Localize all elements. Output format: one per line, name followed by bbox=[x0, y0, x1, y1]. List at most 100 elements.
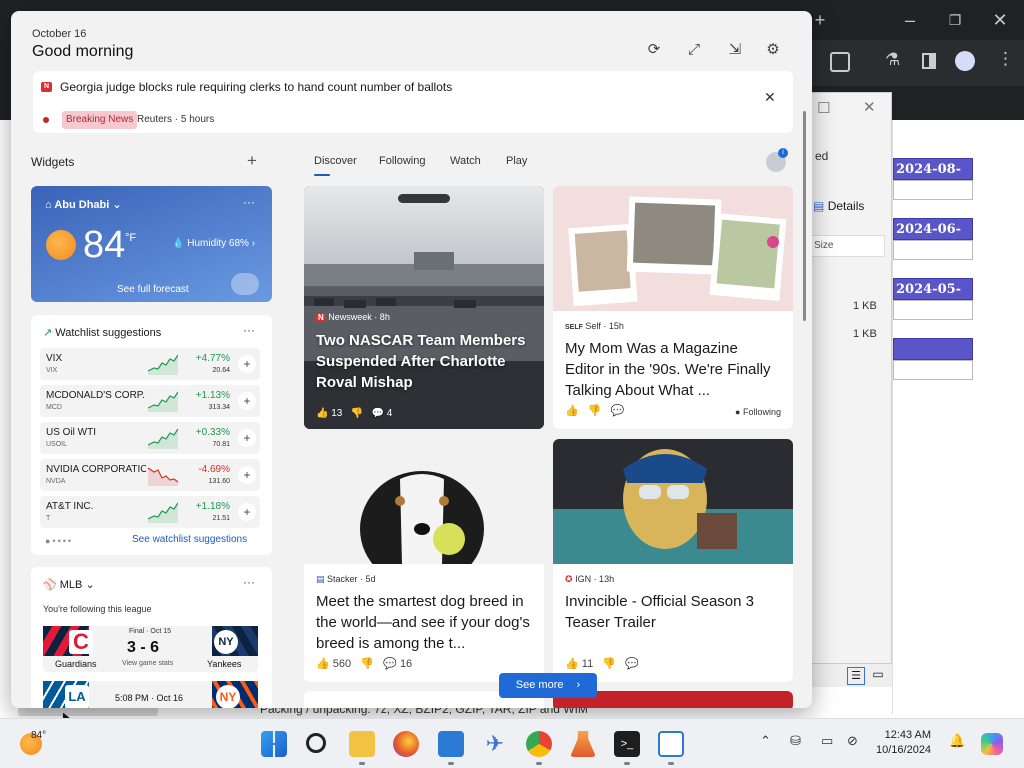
news-headline[interactable]: Georgia judge blocks rule requiring cler… bbox=[60, 80, 452, 94]
close-icon[interactable]: ✕ bbox=[863, 98, 876, 116]
profile-avatar-icon[interactable] bbox=[955, 51, 975, 71]
profile-icon[interactable]: i bbox=[766, 148, 788, 172]
display-icon[interactable]: ▭ bbox=[821, 733, 833, 749]
news-card[interactable]: SELF Self · 15h My Mom Was a Magazine Ed… bbox=[553, 186, 793, 429]
watchlist-row[interactable]: US Oil WTI USOIL +0.33% 70.81 + bbox=[40, 422, 260, 454]
chrome-icon[interactable] bbox=[526, 731, 552, 765]
game-card[interactable]: LA 5:08 PM · Oct 16 NY bbox=[43, 681, 258, 708]
file-explorer-icon[interactable] bbox=[349, 731, 375, 765]
chart-icon: ↗ bbox=[43, 327, 53, 339]
watchlist-row[interactable]: NVIDIA CORPORATION NVDA -4.69% 131.60 + bbox=[40, 459, 260, 491]
tab-following[interactable]: Following bbox=[379, 155, 425, 167]
dislike-icon[interactable]: 👎 bbox=[351, 408, 363, 419]
start-icon[interactable] bbox=[261, 731, 287, 757]
watchlist-row[interactable]: MCDONALD'S CORP... MCD +1.13% 313.34 + bbox=[40, 385, 260, 417]
watchlist-row[interactable]: VIX VIX +4.77% 20.64 + bbox=[40, 348, 260, 380]
size-column-header[interactable]: Size bbox=[811, 235, 885, 257]
expand-icon[interactable]: ⤢ bbox=[681, 37, 707, 63]
notepad-icon[interactable] bbox=[438, 731, 464, 765]
home-icon: ⌂ bbox=[45, 199, 52, 211]
close-icon[interactable]: ✕ bbox=[764, 89, 776, 106]
terminal-icon[interactable]: >_ bbox=[614, 731, 640, 765]
horizontal-scrollbar[interactable] bbox=[18, 707, 158, 716]
add-stock-icon[interactable]: + bbox=[238, 429, 256, 447]
watchlist-row[interactable]: AT&T INC. T +1.18% 21.51 + bbox=[40, 496, 260, 528]
settings-icon[interactable]: ⚙ bbox=[760, 37, 786, 63]
card-title[interactable]: Two NASCAR Team Members Suspended After … bbox=[316, 330, 532, 393]
card-title[interactable]: Invincible - Official Season 3 Teaser Tr… bbox=[565, 591, 781, 633]
weather-map-icon[interactable] bbox=[231, 273, 259, 295]
like-icon[interactable]: 👍 bbox=[565, 658, 579, 670]
add-stock-icon[interactable]: + bbox=[238, 503, 256, 521]
side-panel-icon[interactable] bbox=[922, 53, 936, 69]
stock-change: +1.18% bbox=[195, 501, 230, 512]
comment-icon[interactable]: 💬 bbox=[611, 405, 625, 417]
dislike-icon[interactable]: 👎 bbox=[602, 658, 616, 670]
more-options-icon[interactable]: ··· bbox=[243, 575, 255, 589]
news-card[interactable]: ✪ IGN · 13h Invincible - Official Season… bbox=[553, 439, 793, 682]
carousel-dots[interactable] bbox=[398, 194, 450, 203]
more-options-icon[interactable]: ··· bbox=[243, 195, 255, 209]
clock[interactable]: 12:43 AM 10/16/2024 bbox=[876, 728, 931, 758]
game-card[interactable]: C NY Final · Oct 15 3 - 6 View game stat… bbox=[43, 626, 258, 672]
paint-tool-icon[interactable]: ✈ bbox=[482, 731, 508, 757]
pin-icon[interactable]: ⇲ bbox=[722, 37, 748, 63]
dislike-icon[interactable]: 👎 bbox=[360, 658, 374, 670]
date-cell[interactable]: 2024-08-11 bbox=[893, 158, 973, 199]
following-indicator[interactable]: ● Following bbox=[735, 407, 781, 417]
restore-icon[interactable]: ❐ bbox=[935, 0, 975, 40]
search-icon[interactable] bbox=[306, 733, 326, 753]
tab-watch[interactable]: Watch bbox=[450, 155, 481, 167]
weather-widget[interactable]: ⌂ Abu Dhabi ⌄ ··· 84 °F 💧 Humidity 68% ›… bbox=[31, 186, 272, 302]
volume-icon[interactable]: ⊘ bbox=[847, 733, 858, 749]
list-view-icon[interactable]: ☰ bbox=[847, 667, 865, 685]
dislike-icon[interactable]: 👎 bbox=[588, 405, 602, 417]
pagination-dots[interactable]: ●•••• bbox=[45, 536, 73, 546]
comment-icon[interactable]: 💬 bbox=[372, 408, 384, 419]
see-more-button[interactable]: See more › bbox=[499, 673, 597, 698]
comment-icon[interactable]: 💬 bbox=[625, 658, 639, 670]
breaking-news-banner[interactable]: N Georgia judge blocks rule requiring cl… bbox=[33, 71, 793, 133]
tab-discover[interactable]: Discover bbox=[314, 155, 357, 167]
beaker-icon[interactable] bbox=[570, 731, 596, 757]
add-stock-icon[interactable]: + bbox=[238, 392, 256, 410]
mlb-title[interactable]: ⚾ MLB ⌄ bbox=[43, 578, 95, 591]
weather-location[interactable]: ⌂ Abu Dhabi ⌄ bbox=[45, 198, 122, 211]
add-widget-icon[interactable]: + bbox=[247, 151, 257, 171]
full-forecast-link[interactable]: See full forecast bbox=[117, 284, 189, 295]
network-icon[interactable]: ⛁ bbox=[790, 733, 801, 749]
extensions-icon[interactable] bbox=[830, 52, 850, 72]
more-menu-icon[interactable]: ⋮ bbox=[997, 49, 1014, 69]
more-options-icon[interactable]: ··· bbox=[243, 323, 255, 337]
like-icon[interactable]: 👍 bbox=[565, 405, 579, 417]
date-cell[interactable]: 2024-05-14 bbox=[893, 278, 973, 319]
details-tab[interactable]: ▤ Details bbox=[813, 199, 864, 213]
add-stock-icon[interactable]: + bbox=[238, 466, 256, 484]
humidity[interactable]: 💧 Humidity 68% › bbox=[172, 238, 255, 249]
firefox-icon[interactable] bbox=[393, 731, 419, 757]
tile-view-icon[interactable]: ▭ bbox=[869, 667, 887, 685]
refresh-icon[interactable]: ⟳ bbox=[641, 37, 667, 63]
copilot-icon[interactable] bbox=[981, 733, 1003, 755]
comment-icon[interactable]: 💬 bbox=[383, 658, 397, 670]
tab-play[interactable]: Play bbox=[506, 155, 527, 167]
watchlist-link[interactable]: See watchlist suggestions bbox=[132, 534, 247, 545]
game-stats-link[interactable]: View game stats bbox=[122, 660, 173, 667]
like-icon[interactable]: 👍 bbox=[316, 658, 330, 670]
maximize-icon[interactable]: ☐ bbox=[817, 99, 830, 117]
minimize-icon[interactable]: – bbox=[890, 0, 930, 40]
close-window-icon[interactable]: ✕ bbox=[980, 0, 1020, 40]
news-card[interactable]: N Newsweek · 8h Two NASCAR Team Members … bbox=[304, 186, 544, 429]
card-title[interactable]: My Mom Was a Magazine Editor in the '90s… bbox=[565, 338, 781, 401]
notification-bell-icon[interactable]: 🔔 bbox=[949, 733, 965, 749]
date-cell-empty[interactable] bbox=[893, 338, 973, 360]
feed-scrollbar[interactable] bbox=[803, 111, 806, 321]
add-stock-icon[interactable]: + bbox=[238, 355, 256, 373]
card-title[interactable]: Meet the smartest dog breed in the world… bbox=[316, 591, 532, 654]
window-app-icon[interactable] bbox=[658, 731, 684, 765]
labs-icon[interactable]: ⚗ bbox=[885, 50, 900, 70]
news-card[interactable]: ▤ Stacker · 5d Meet the smartest dog bre… bbox=[304, 439, 544, 682]
like-icon[interactable]: 👍 bbox=[316, 408, 328, 419]
date-cell[interactable]: 2024-06-19 bbox=[893, 218, 973, 259]
chevron-up-icon[interactable]: ⌃ bbox=[760, 733, 771, 749]
